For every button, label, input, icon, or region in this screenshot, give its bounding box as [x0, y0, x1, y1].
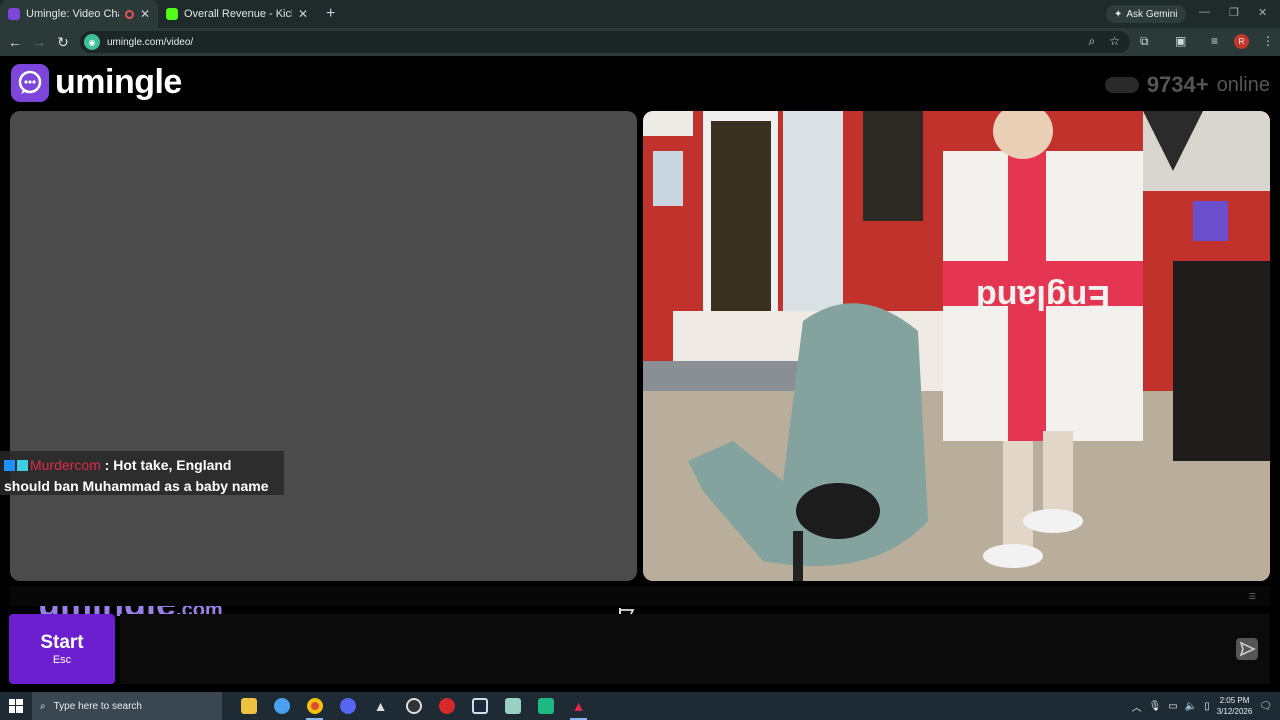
back-icon[interactable]: ← [3, 34, 27, 50]
clock-time: 2:05 PM [1219, 696, 1250, 705]
chat-username: Murdercom [30, 457, 101, 473]
kick-favicon-icon [166, 8, 178, 20]
minimize-icon[interactable]: — [1199, 6, 1210, 18]
svg-text:England: England [976, 278, 1110, 316]
chrome-icon[interactable] [298, 692, 331, 720]
menu-lines-icon[interactable]: ☰ [1249, 592, 1256, 601]
taskbar-search[interactable]: ⌕ Type here to search [32, 692, 222, 720]
restore-icon[interactable]: ❐ [1229, 6, 1239, 19]
windows-taskbar: ⌕ Type here to search ▲ ▲ ︿ 🎙 ▭ 🔈 ▯ 2:05… [0, 692, 1280, 720]
chat-bubble-icon [11, 63, 49, 102]
status-strip: ☰ [10, 586, 1270, 606]
bookmark-star-icon[interactable]: ☆ [1109, 34, 1120, 49]
profile-avatar[interactable]: R [1234, 34, 1249, 49]
notifications-icon[interactable]: 🗨 [1259, 701, 1272, 712]
chevron-up-icon[interactable]: ︿ [1132, 699, 1142, 714]
start-label: Start [40, 632, 84, 653]
discord-icon[interactable] [331, 692, 364, 720]
menu-kebab-icon[interactable]: ⋮ [1262, 34, 1274, 48]
start-shortcut: Esc [52, 654, 72, 666]
online-label: online [1216, 73, 1270, 96]
online-count: 9734+ [1146, 72, 1209, 97]
umingle-page: umingle 9734+ online umingle.com Murderc… [0, 56, 1280, 692]
verified-badge-icon [4, 460, 15, 471]
logo-text: umingle [55, 63, 182, 101]
chat-separator: : [100, 457, 114, 473]
file-explorer-icon[interactable] [232, 692, 265, 720]
notes-app-icon[interactable] [496, 692, 529, 720]
theme-toggle[interactable] [1104, 77, 1139, 93]
sparkle-icon: ✦ [1114, 8, 1123, 20]
system-tray: ︿ 🎙 ▭ 🔈 ▯ 2:05 PM 3/12/2026 🗨 [1132, 692, 1280, 720]
close-tab-icon[interactable]: ✕ [140, 7, 150, 21]
clock[interactable]: 2:05 PM 3/12/2026 [1217, 695, 1253, 717]
microphone-icon[interactable]: 🎙 [1149, 701, 1162, 712]
copilot-icon[interactable] [265, 692, 298, 720]
address-toolbar: ← → ↻ ◉ umingle.com/video/ ⌕ ☆ [0, 28, 1280, 56]
battery-icon[interactable]: ▯ [1204, 701, 1210, 712]
site-info-icon[interactable]: ◉ [84, 34, 100, 50]
tab-title: Overall Revenue - Kick Dashboard [184, 8, 292, 20]
omnibox[interactable]: ◉ umingle.com/video/ ⌕ ☆ [80, 31, 1130, 53]
sidepanel-icon[interactable]: ▣ [1175, 34, 1186, 48]
obs-icon[interactable] [397, 692, 430, 720]
online-indicator: 9734+ online [1104, 72, 1270, 98]
network-icon[interactable]: ▭ [1168, 701, 1177, 712]
stranger-video-feed: England [643, 111, 1270, 581]
steam-icon[interactable] [463, 692, 496, 720]
chat-message-overlay: Murdercom : Hot take, England should ban… [0, 451, 284, 495]
kick-app-icon[interactable]: ▲ [562, 692, 595, 720]
cube-badge-icon [17, 460, 28, 471]
forward-icon[interactable]: → [27, 34, 51, 50]
umingle-favicon-icon [8, 8, 20, 20]
search-placeholder: Type here to search [53, 700, 142, 712]
clock-date: 3/12/2026 [1216, 707, 1253, 716]
self-video-panel: umingle.com [10, 111, 637, 624]
message-input[interactable] [120, 614, 1270, 684]
reload-icon[interactable]: ↻ [51, 34, 75, 51]
zoom-icon[interactable]: ⌕ [1089, 34, 1096, 49]
game-app-icon[interactable] [529, 692, 562, 720]
tab-title: Umingle: Video Chat with Strangers [26, 8, 119, 20]
send-icon[interactable] [1236, 638, 1258, 660]
app-triangle-icon[interactable]: ▲ [364, 692, 397, 720]
close-window-icon[interactable]: ✕ [1258, 6, 1267, 19]
close-tab-icon[interactable]: ✕ [298, 7, 308, 21]
browser-tab-bar: Umingle: Video Chat with Strangers ✕ Ove… [0, 0, 1280, 28]
tab-kick-dashboard[interactable]: Overall Revenue - Kick Dashboard ✕ [158, 0, 316, 28]
tab-umingle[interactable]: Umingle: Video Chat with Strangers ✕ [0, 0, 158, 28]
volume-icon[interactable]: 🔈 [1185, 701, 1197, 712]
ask-gemini-button[interactable]: ✦ Ask Gemini [1106, 5, 1186, 23]
recording-icon [124, 9, 134, 19]
url-text[interactable]: umingle.com/video/ [107, 37, 193, 48]
search-icon: ⌕ [40, 700, 46, 712]
extensions-icon[interactable]: ⧉ [1140, 34, 1149, 49]
ask-gemini-label: Ask Gemini [1126, 8, 1178, 20]
windows-start-icon[interactable] [0, 692, 32, 720]
start-button[interactable]: Start Esc [9, 614, 115, 684]
new-tab-button[interactable]: + [316, 5, 345, 23]
media-control-icon[interactable]: ≡ [1211, 34, 1218, 48]
stranger-video-panel: England [643, 111, 1270, 581]
record-app-icon[interactable] [430, 692, 463, 720]
site-logo[interactable]: umingle [11, 63, 182, 102]
